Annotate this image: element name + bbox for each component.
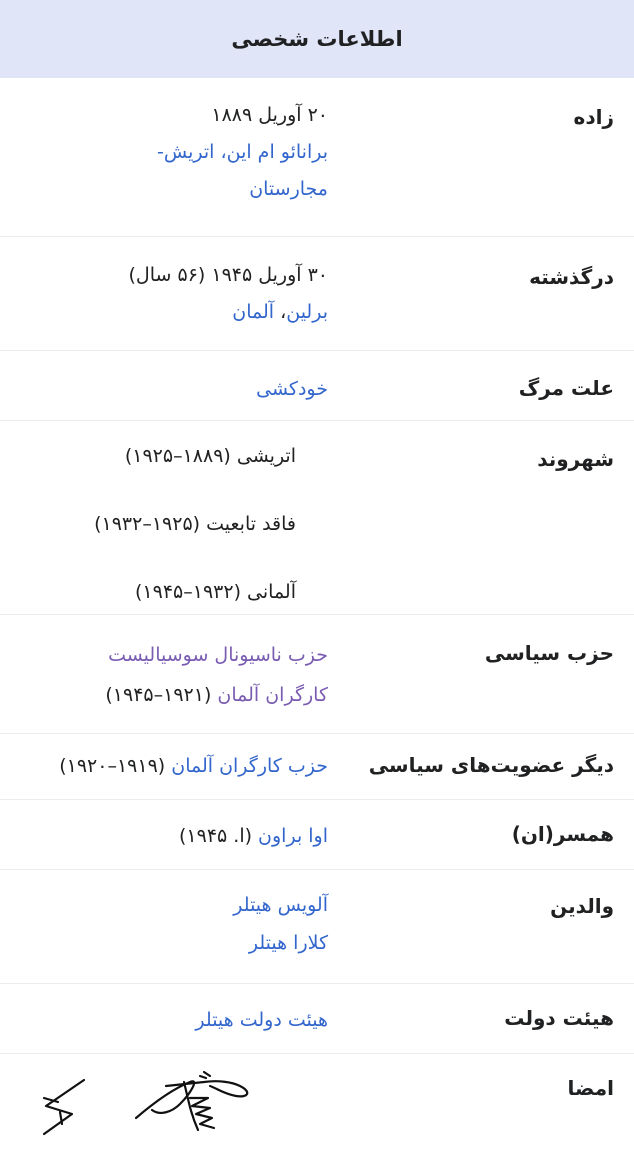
infobox-header: اطلاعات شخصی: [0, 0, 634, 78]
infobox: اطلاعات شخصی زاده ۲۰ آوریل ۱۸۸۹ برانائو …: [0, 0, 634, 1156]
label-political-party: حزب سیاسی: [484, 641, 614, 665]
row-other-party: دیگر عضویت‌های سیاسی حزب کارگران آلمان (…: [0, 734, 634, 800]
label-parents: والدین: [550, 894, 614, 918]
spouse-years: (ا. ۱۹۴۵): [178, 825, 259, 847]
citizenship-item: آلمانی (۱۹۳۲–۱۹۴۵): [135, 581, 296, 603]
infobox-title: اطلاعات شخصی: [231, 27, 403, 51]
other-party-years: (۱۹۱۹–۱۹۲۰): [59, 755, 172, 777]
row-spouse: همسر(ان) اوا براون (ا. ۱۹۴۵): [0, 800, 634, 870]
value-born: ۲۰ آوریل ۱۸۸۹ برانائو ام این، اتریش- مجا…: [0, 78, 328, 236]
political-party-link-line2[interactable]: کارگران آلمان: [217, 684, 328, 706]
birth-place-link-line2[interactable]: مجارستان: [0, 171, 328, 208]
label-citizenship: شهروند: [537, 447, 614, 471]
mother-link[interactable]: کلارا هیتلر: [0, 924, 328, 962]
label-spouse: همسر(ان): [511, 822, 614, 846]
label-cabinet: هیئت دولت: [504, 1006, 614, 1030]
death-city-link[interactable]: برلین: [286, 301, 328, 323]
birth-date: ۲۰ آوریل ۱۸۸۹: [211, 104, 328, 126]
political-party-years: (۱۹۲۱–۱۹۴۵): [105, 684, 218, 706]
row-parents: والدین آلویس هیتلر کلارا هیتلر: [0, 870, 634, 984]
row-signature: امضا: [0, 1054, 634, 1156]
political-party-link-line1[interactable]: حزب ناسیونال سوسیالیست: [0, 635, 328, 675]
death-date: ۳۰ آوریل ۱۹۴۵ (۵۶ سال): [128, 264, 328, 286]
row-citizenship: شهروند اتریشی (۱۸۸۹–۱۹۲۵) فاقد تابعیت (۱…: [0, 421, 634, 615]
death-country-link[interactable]: آلمان: [232, 301, 274, 323]
other-party-link[interactable]: حزب کارگران آلمان: [171, 755, 328, 777]
label-cause-of-death: علت مرگ: [518, 376, 614, 400]
label-signature: امضا: [567, 1076, 614, 1100]
death-place-separator: ،: [274, 301, 287, 323]
citizenship-list: اتریشی (۱۸۸۹–۱۹۲۵) فاقد تابعیت (۱۹۲۵–۱۹۳…: [0, 421, 328, 614]
cabinet-link[interactable]: هیئت دولت هیتلر: [0, 1002, 328, 1039]
row-born: زاده ۲۰ آوریل ۱۸۸۹ برانائو ام این، اتریش…: [0, 78, 634, 237]
signature-image[interactable]: [40, 1068, 300, 1144]
birth-place-link-line1[interactable]: برانائو ام این، اتریش-: [0, 134, 328, 171]
label-born: زاده: [573, 105, 614, 129]
row-cause-of-death: علت مرگ خودکشی: [0, 351, 634, 421]
citizenship-item: اتریشی (۱۸۸۹–۱۹۲۵): [124, 445, 296, 467]
row-died: درگذشته ۳۰ آوریل ۱۹۴۵ (۵۶ سال) برلین، آل…: [0, 237, 634, 351]
value-died: ۳۰ آوریل ۱۹۴۵ (۵۶ سال) برلین، آلمان: [0, 237, 328, 350]
citizenship-item: فاقد تابعیت (۱۹۲۵–۱۹۳۲): [94, 513, 296, 535]
row-political-party: حزب سیاسی حزب ناسیونال سوسیالیست کارگران…: [0, 615, 634, 734]
father-link[interactable]: آلویس هیتلر: [0, 886, 328, 924]
row-cabinet: هیئت دولت هیئت دولت هیتلر: [0, 984, 634, 1054]
cause-of-death-link[interactable]: خودکشی: [0, 371, 328, 408]
label-other-party: دیگر عضویت‌های سیاسی: [368, 753, 614, 777]
label-died: درگذشته: [529, 265, 614, 289]
spouse-link[interactable]: اوا براون: [258, 825, 328, 847]
